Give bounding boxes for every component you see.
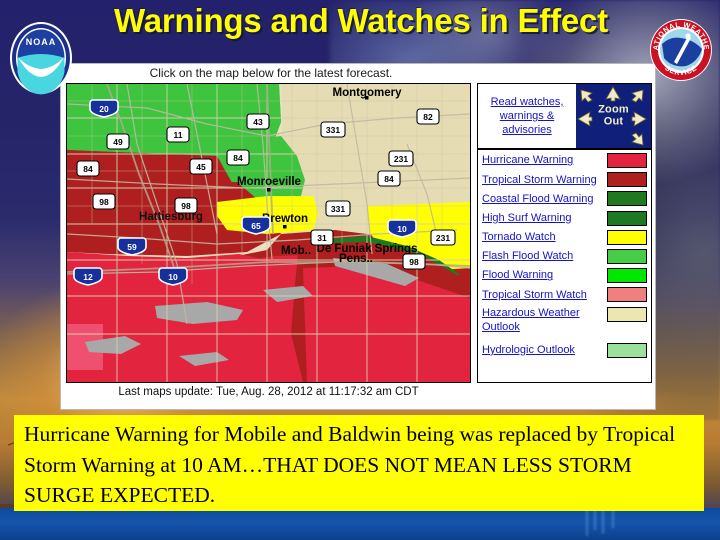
map-city-label: Mob.. [281,245,311,257]
legend-item-swatch [607,268,647,284]
legend-item-list: Hurricane Warning Tropical Storm Warning… [478,150,651,360]
map-canvas[interactable]: Montgomery Monroeville Brewton Hattiesbu… [67,84,470,382]
svg-text:331: 331 [326,125,340,135]
svg-text:84: 84 [384,174,394,184]
legend-item-label[interactable]: Flood Warning [482,268,607,283]
nws-logo: NATIONAL WEATHER SERVICE [648,16,712,81]
route-shield-us-49: 49 [106,133,130,150]
svg-text:98: 98 [409,257,419,267]
legend-item-swatch [607,153,647,169]
legend-item-label[interactable]: Hazardous Weather Outlook [482,306,607,335]
legend-item-label[interactable]: Flash Flood Watch [482,249,607,264]
legend-item-hazardous-weather-outlook[interactable]: Hazardous Weather Outlook [478,305,651,341]
slide-caption: Hurricane Warning for Mobile and Baldwin… [14,415,704,511]
legend-item-swatch [607,229,647,245]
route-shield-i-59: 59 [117,237,147,256]
svg-text:98: 98 [181,201,191,211]
svg-text:49: 49 [113,137,123,147]
route-shield-us-98-e: 98 [402,253,426,270]
legend-item-swatch [607,191,647,207]
svg-text:59: 59 [127,242,137,252]
map-instruction-text: Click on the map below for the latest fo… [149,66,393,80]
svg-text:84: 84 [83,164,93,174]
legend-item-label[interactable]: Hydrologic Outlook [482,343,607,358]
map-city-label: Monroeville [237,176,301,188]
legend-item-high-surf-warning[interactable]: High Surf Warning [478,209,651,228]
route-shield-us-45: 45 [189,158,213,175]
svg-text:NOAA: NOAA [26,37,57,47]
legend-item-swatch [607,287,647,303]
route-shield-us-331-n: 331 [320,121,346,138]
svg-text:10: 10 [168,272,178,282]
svg-text:65: 65 [251,221,261,231]
legend-item-coastal-flood-warning[interactable]: Coastal Flood Warning [478,189,651,208]
legend-item-label[interactable]: Hurricane Warning [482,153,607,168]
route-shield-i-10-w: 10 [158,267,188,286]
legend-item-swatch [607,210,647,226]
arrow-northwest-icon[interactable] [579,88,595,104]
legend-item-hydrologic-outlook[interactable]: Hydrologic Outlook [478,341,651,360]
route-shield-i-65: 65 [241,216,271,235]
legend-panel: Read watches, warnings & advisories Zoom… [477,83,652,383]
route-shield-us-84-e: 84 [377,170,401,187]
legend-item-label[interactable]: Tropical Storm Warning [482,173,607,188]
legend-item-flood-warning[interactable]: Flood Warning [478,266,651,285]
legend-item-tornado-watch[interactable]: Tornado Watch [478,228,651,247]
route-shield-us-231-s: 231 [430,229,456,246]
arrow-northeast-icon[interactable] [629,88,645,104]
route-shield-us-31: 31 [310,229,334,246]
warning-map[interactable]: Montgomery Monroeville Brewton Hattiesbu… [66,83,471,383]
route-shield-us-331-s: 331 [325,200,351,217]
legend-item-swatch [607,249,647,265]
bottom-accent-strip [0,508,720,540]
legend-item-label[interactable]: High Surf Warning [482,211,607,226]
route-shield-us-43: 43 [246,113,270,130]
zoom-out-label-line2: Out [603,115,624,127]
read-watches-warnings-advisories-link[interactable]: Read watches, warnings & advisories [478,84,576,148]
legend-item-tropical-storm-watch[interactable]: Tropical Storm Watch [478,285,651,304]
route-shield-us-98-c: 98 [174,197,198,214]
map-update-timestamp: Last maps update: Tue, Aug. 28, 2012 at … [118,386,419,398]
legend-item-swatch [607,172,647,188]
forecast-panel: Click on the map below for the latest fo… [60,63,656,410]
legend-item-label[interactable]: Tornado Watch [482,230,607,245]
svg-text:11: 11 [174,130,183,140]
svg-text:82: 82 [423,112,433,122]
svg-text:45: 45 [196,162,206,172]
legend-item-swatch [607,342,647,358]
svg-text:84: 84 [233,153,243,163]
zoom-out-button[interactable]: Zoom Out [576,104,651,127]
legend-item-label[interactable]: Tropical Storm Watch [482,288,607,303]
route-shield-us-82: 82 [416,108,440,125]
map-navigation-pad[interactable]: Zoom Out [576,84,651,148]
arrow-north-icon[interactable] [604,86,622,102]
route-shield-us-98-w: 98 [92,193,116,210]
svg-text:31: 31 [317,233,327,243]
legend-item-label[interactable]: Coastal Flood Warning [482,192,607,207]
svg-text:10: 10 [397,224,407,234]
route-shield-us-11: 11 [166,126,190,143]
legend-item-swatch [607,306,647,322]
legend-header: Read watches, warnings & advisories Zoom… [478,84,651,150]
svg-text:331: 331 [331,204,345,214]
svg-text:231: 231 [436,233,450,243]
route-shield-us-231-n: 231 [388,150,414,167]
route-shield-us-84-w: 84 [76,160,100,177]
route-shield-i-12: 12 [73,267,103,286]
svg-text:43: 43 [253,117,263,127]
svg-text:98: 98 [99,197,109,207]
zoom-out-label-line1: Zoom [598,103,629,116]
noaa-logo: NOAA [10,22,72,95]
route-shield-i-10-e: 10 [387,219,417,238]
route-shield-i-20: 20 [89,99,119,118]
route-shield-us-84-n: 84 [226,149,250,166]
legend-item-hurricane-warning[interactable]: Hurricane Warning [478,151,651,170]
svg-text:20: 20 [99,104,109,114]
legend-item-tropical-storm-warning[interactable]: Tropical Storm Warning [478,170,651,189]
svg-text:12: 12 [83,272,93,282]
svg-text:231: 231 [394,154,408,164]
legend-item-flash-flood-watch[interactable]: Flash Flood Watch [478,247,651,266]
arrow-southeast-icon[interactable] [629,131,645,147]
map-city-label: Montgomery [333,87,403,99]
